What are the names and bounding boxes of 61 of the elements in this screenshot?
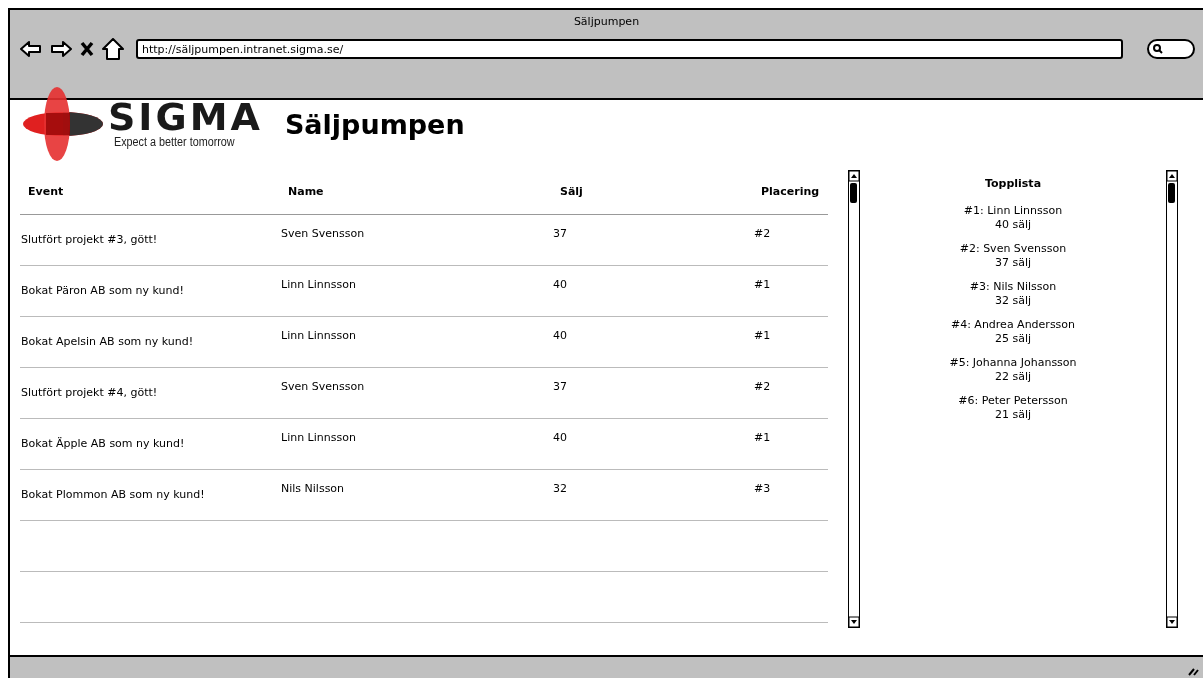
table-cell-text: 40 [553, 277, 568, 293]
logo-icon [20, 86, 106, 162]
address-field[interactable]: http://säljpumpen.intranet.sigma.se/ [136, 39, 1123, 59]
home-icon[interactable] [102, 38, 124, 60]
table-cell-text: 37 [553, 226, 568, 242]
logo-tagline: Expect a better tomorrow [114, 135, 236, 149]
back-icon[interactable] [20, 40, 42, 58]
table-cell-text: #1 [754, 328, 772, 344]
leaderboard-name: #4: Andrea Andersson [950, 318, 1076, 332]
scrollbar-thumb[interactable] [850, 183, 857, 203]
table-cell-text: Slutfört projekt #4, gött! [21, 385, 159, 401]
table-cell-text: Slutfört projekt #3, gött! [21, 232, 159, 248]
scroll-down-icon[interactable] [1165, 616, 1178, 628]
leaderboard-score: 40 sälj [993, 218, 1033, 232]
forward-icon[interactable] [50, 40, 72, 58]
close-icon[interactable] [80, 41, 94, 57]
search-icon [1153, 44, 1163, 54]
leaderboard-name: #6: Peter Petersson [958, 394, 1068, 408]
table-cell-text: Nils Nilsson [281, 481, 346, 497]
scroll-down-icon[interactable] [847, 616, 860, 628]
table-cell-text: Sven Svensson [281, 226, 366, 242]
table-cell-text: 40 [553, 430, 568, 446]
leaderboard-score: 25 sälj [993, 332, 1033, 346]
leaderboard-name: #2: Sven Svensson [959, 242, 1067, 256]
scrollbar-thumb[interactable] [1168, 183, 1175, 203]
leaderboard-name: #1: Linn Linnsson [963, 204, 1063, 218]
table-cell-text: #3 [754, 481, 772, 497]
scrollbar[interactable] [848, 170, 860, 628]
table-cell-text: Bokat Plommon AB som ny kund! [21, 487, 206, 503]
search-field[interactable] [1147, 39, 1195, 59]
window-title: Säljpumpen [573, 15, 640, 28]
leaderboard-name: #3: Nils Nilsson [969, 280, 1057, 294]
table-cell-text: 37 [553, 379, 568, 395]
leaderboard-score: 32 sälj [993, 294, 1033, 308]
table-cell-text: 32 [553, 481, 568, 497]
table-cell-text: #2 [754, 379, 772, 395]
leaderboard-score: 22 sälj [993, 370, 1033, 384]
leaderboard-name: #5: Johanna Johansson [949, 356, 1077, 370]
table-cell-text: Linn Linnsson [281, 328, 357, 344]
column-header: Event [28, 184, 65, 198]
table-cell-text: Bokat Äpple AB som ny kund! [21, 436, 186, 452]
leaderboard-score: 21 sälj [993, 408, 1033, 422]
column-header: Placering [761, 184, 821, 198]
scrollbar[interactable] [1166, 170, 1178, 628]
scroll-up-icon[interactable] [847, 170, 860, 182]
table-cell-text: Sven Svensson [281, 379, 366, 395]
column-header: Sälj [560, 184, 584, 198]
table-cell-text: Bokat Apelsin AB som ny kund! [21, 334, 195, 350]
table-cell-text: #1 [754, 277, 772, 293]
table-cell-text: #2 [754, 226, 772, 242]
leaderboard-score: 37 sälj [993, 256, 1033, 270]
table-cell-text: Linn Linnsson [281, 430, 357, 446]
page-title: Säljpumpen [284, 108, 465, 140]
leaderboard-title: Topplista [984, 177, 1042, 190]
table-cell-text: Linn Linnsson [281, 277, 357, 293]
scroll-up-icon[interactable] [1165, 170, 1178, 182]
table-cell-text: Bokat Päron AB som ny kund! [21, 283, 185, 299]
logo-wordmark: SIGMA [108, 99, 263, 135]
table-cell-text: 40 [553, 328, 568, 344]
table-cell-text: #1 [754, 430, 772, 446]
column-header: Name [288, 184, 325, 198]
